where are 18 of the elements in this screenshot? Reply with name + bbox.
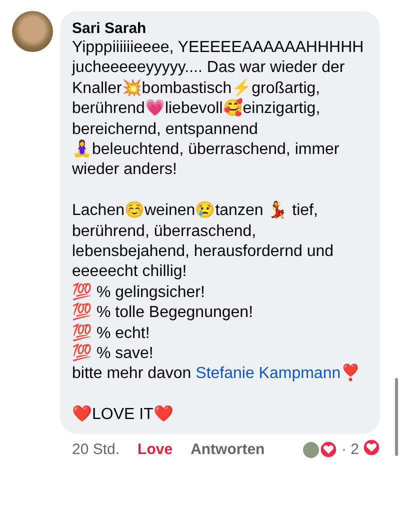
- comment-text: Yipppiiiiiieeee, YEEEEEAAAAAAHHHHH jucheeeeeyyyyy.... Das war wieder der Knaller💥bombastisch⚡großartig, berührend💗liebevoll🥰einzigartig, bereichernd, entspannend 🧘‍♀beleuchtend, überraschend, immer wieder anders!: [72, 38, 365, 180]
- own-love-icon: [363, 439, 380, 456]
- author-name[interactable]: Sari Sarah: [72, 19, 368, 38]
- avatar[interactable]: [12, 11, 53, 52]
- comment-text: bitte mehr davon Stefanie Kampmann❣: [72, 364, 362, 384]
- comment-text: 💯 % save!: [72, 344, 154, 364]
- reactor-avatar[interactable]: [302, 440, 320, 459]
- comment-text: ❤LOVE IT❤: [72, 405, 174, 426]
- comment-text: 💯 % tolle Begegnungen!: [72, 303, 254, 324]
- reply-link[interactable]: Antworten: [190, 441, 265, 458]
- comment-time[interactable]: 20 Std.: [72, 441, 120, 458]
- love-icon: [320, 441, 338, 458]
- comment-text: 💯 % echt!: [72, 324, 151, 344]
- comment-text: Lachen☺weinen😢tanzen 💃 tief, berührend, überraschend, lebensbejahend, herausfordernd und eeeeecht chillig!: [72, 201, 335, 282]
- mention-link[interactable]: Stefanie Kampmann: [196, 365, 341, 382]
- love-reaction-link[interactable]: Love: [138, 441, 173, 458]
- comment-text: 💯 % gelingsicher!: [72, 282, 206, 302]
- reaction-count[interactable]: · 2: [341, 441, 359, 458]
